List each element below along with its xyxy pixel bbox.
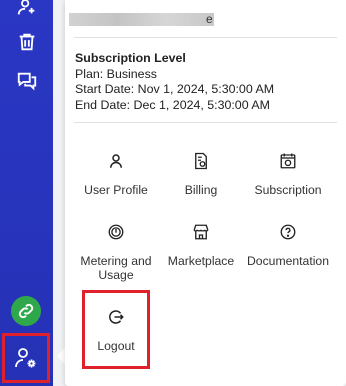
logout-icon: [106, 307, 126, 327]
metering-label: Metering and Usage: [80, 254, 152, 282]
chat-icon[interactable]: [14, 68, 40, 94]
billing-label: Billing: [184, 183, 218, 197]
help-icon: [278, 222, 298, 242]
documentation-label: Documentation: [247, 254, 329, 268]
plan-text: Plan: Business: [75, 66, 157, 81]
billing-tile[interactable]: Billing: [158, 151, 244, 197]
marketplace-tile[interactable]: Marketplace: [158, 222, 244, 268]
subscription-title: Subscription Level: [75, 51, 186, 65]
gauge-icon: [106, 222, 126, 242]
user-settings-button[interactable]: [2, 333, 50, 383]
subscription-label: Subscription: [254, 183, 322, 197]
subscription-info: Subscription Level Plan: Business Start …: [75, 51, 274, 113]
user-settings-icon: [15, 348, 36, 368]
documentation-tile[interactable]: Documentation: [245, 222, 331, 268]
user-profile-label: User Profile: [84, 183, 148, 197]
subscription-tile[interactable]: Subscription: [245, 151, 331, 197]
user-add-icon[interactable]: [14, 0, 40, 20]
marketplace-label: Marketplace: [167, 254, 235, 268]
link-icon[interactable]: [11, 296, 41, 326]
billing-icon: [191, 151, 211, 171]
divider: [74, 37, 337, 38]
user-profile-tile[interactable]: User Profile: [73, 151, 159, 197]
email-redacted: [69, 13, 214, 26]
logout-tile[interactable]: Logout: [73, 307, 159, 353]
start-date-text: Start Date: Nov 1, 2024, 5:30:00 AM: [75, 82, 275, 97]
email-text: e: [206, 12, 213, 26]
store-icon: [191, 222, 211, 242]
end-date-text: End Date: Dec 1, 2024, 5:30:00 AM: [75, 97, 270, 112]
profile-popup: e Subscription Level Plan: Business Star…: [65, 0, 346, 386]
metering-tile[interactable]: Metering and Usage: [73, 222, 159, 282]
trash-icon[interactable]: [14, 29, 40, 55]
divider: [74, 122, 337, 123]
user-icon: [106, 151, 126, 171]
subscription-icon: [278, 151, 298, 171]
logout-label: Logout: [97, 339, 135, 353]
sidebar: [0, 0, 53, 386]
